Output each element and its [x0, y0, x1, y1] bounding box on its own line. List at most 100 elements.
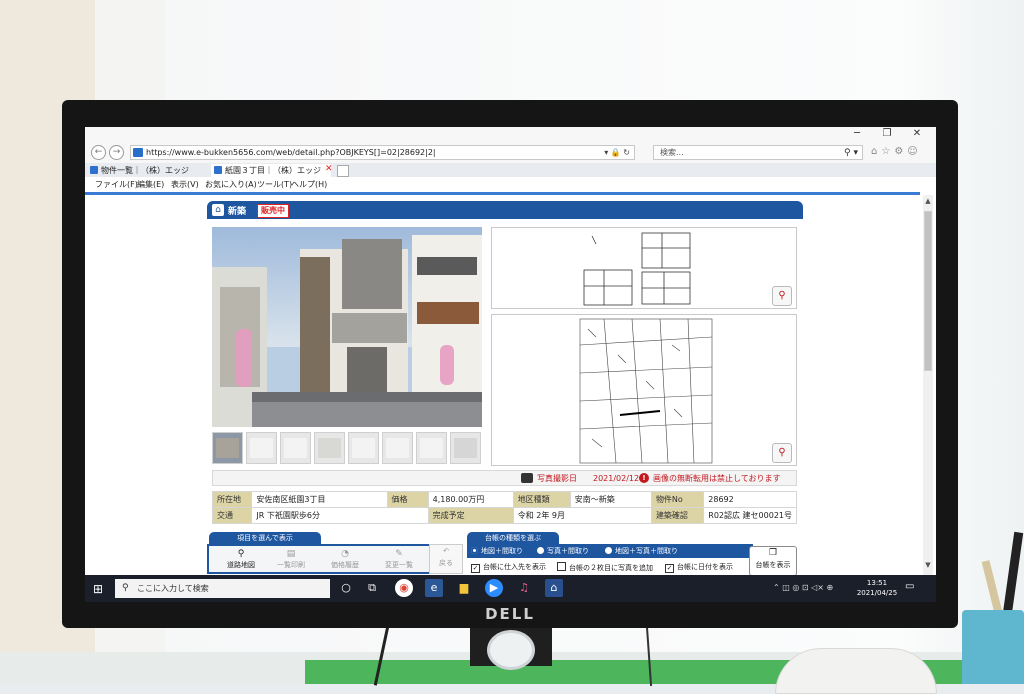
desk-object — [775, 648, 937, 694]
status-badge: 販売中 — [257, 204, 289, 218]
address-bar[interactable]: https://www.e-bukken5656.com/web/detail.… — [130, 145, 635, 160]
zoom-icon[interactable]: ⚲ — [772, 443, 792, 463]
checkbox-add-photo[interactable]: 台帳の２枚目に写真を追加 — [557, 562, 653, 573]
pinned-site-icon[interactable]: ⌂ — [545, 579, 563, 597]
table-row: 交通 JR 下祇園駅歩6分 完成予定 令和 2年 9月 建築確認 R02認広 建… — [211, 507, 797, 524]
checkbox: ✓ — [471, 564, 480, 573]
task-view-icon[interactable]: ⧉ — [363, 579, 381, 597]
back-icon[interactable]: ← — [91, 145, 106, 160]
photo-thumbnail[interactable] — [348, 432, 379, 464]
photo-house — [342, 239, 402, 309]
tab-property-list[interactable]: 物件一覧｜（株）エッジ — [87, 164, 207, 177]
toolbar-icons[interactable]: ⌂☆⚙☺ — [871, 146, 922, 157]
photo-blur-mask — [440, 345, 454, 385]
tab-close-icon[interactable]: ✕ — [325, 164, 333, 174]
radio-map-floorplan[interactable]: 地図＋間取り — [471, 546, 523, 556]
internet-explorer-icon[interactable]: e — [425, 579, 443, 597]
taskbar-search-input[interactable]: ⚲ ここに入力して検索 — [115, 579, 330, 598]
maximize-icon[interactable]: ❐ — [877, 128, 897, 139]
radio-photo-floorplan[interactable]: 写真＋間取り — [537, 546, 589, 556]
taskbar-search-placeholder: ここに入力して検索 — [137, 584, 209, 593]
info-key: 建築確認 — [650, 507, 705, 524]
zoom-icon[interactable]: ⚲ — [772, 286, 792, 306]
monitor-bezel: DELL ─ ❐ ✕ ← → https://www.e-bukken5656.… — [62, 100, 958, 628]
show-ledger-button[interactable]: ❐ 台帳を表示 — [749, 546, 797, 576]
photo-thumbnail[interactable] — [246, 432, 277, 464]
main-property-photo[interactable] — [212, 227, 482, 427]
checkbox-show-supplier[interactable]: ✓ 台帳に仕入先を表示 — [471, 562, 546, 573]
price-history-button[interactable]: ◔ 価格履歴 — [315, 548, 375, 572]
menu-tools[interactable]: ツール(T) — [257, 179, 292, 190]
photo-house — [300, 257, 330, 399]
photo-thumbnail[interactable] — [450, 432, 481, 464]
tab-row: 物件一覧｜（株）エッジ 紙園３丁目｜（株）エッジ ✕ — [85, 163, 936, 177]
site-icon — [90, 166, 98, 174]
url-text: https://www.e-bukken5656.com/web/detail.… — [146, 148, 436, 157]
file-explorer-icon[interactable]: ▆ — [455, 579, 473, 597]
warning-icon: ! — [639, 473, 649, 483]
lock-refresh-icon[interactable]: ▾ 🔒 ↻ — [604, 146, 630, 159]
menu-edit[interactable]: 編集(E) — [137, 179, 164, 190]
chrome-icon[interactable]: ◉ — [395, 579, 413, 597]
map-panel[interactable]: ⚲ — [491, 314, 797, 466]
menu-favorites[interactable]: お気に入り(A) — [205, 179, 257, 190]
back-small-icon: ↶ — [443, 547, 449, 555]
menu-view[interactable]: 表示(V) — [171, 179, 199, 190]
cortana-icon[interactable]: ○ — [337, 579, 355, 597]
new-tab-icon[interactable] — [337, 165, 349, 177]
copy-notice: 画像の無断転用は禁止しております — [653, 474, 781, 483]
thumbnail-strip — [212, 432, 482, 464]
change-list-button[interactable]: ✎ 変更一覧 — [369, 548, 429, 572]
zoom-app-icon[interactable]: ▶ — [485, 579, 503, 597]
scrollbar-thumb[interactable] — [924, 211, 932, 371]
menu-help[interactable]: ヘルプ(H) — [291, 179, 327, 190]
vertical-scrollbar[interactable]: ▲ ▼ — [923, 195, 933, 575]
photo-thumbnail[interactable] — [280, 432, 311, 464]
tab-property-detail[interactable]: 紙園３丁目｜（株）エッジ — [211, 164, 331, 177]
photo-thumbnail[interactable] — [416, 432, 447, 464]
info-value: 安南～新築 — [569, 491, 652, 508]
section-label-ledger: 台帳の種類を選ぶ — [467, 532, 559, 544]
radio-label: 地図＋間取り — [481, 547, 523, 555]
photo-driveway — [252, 402, 482, 427]
table-row: 所在地 安佐南区紙園3丁目 価格 4,180.00万円 地区種類 安南～新築 物… — [211, 491, 797, 508]
close-icon[interactable]: ✕ — [907, 128, 927, 139]
photo-date: 2021/02/12 — [593, 474, 640, 483]
info-value: 安佐南区紙園3丁目 — [251, 491, 388, 508]
back-button[interactable]: ↶ 戻る — [429, 544, 463, 574]
search-icon[interactable]: ⚲ ▾ — [844, 146, 858, 160]
radio-label: 地図＋写真＋間取り — [615, 547, 678, 555]
checkbox-show-date[interactable]: ✓ 台帳に日付を表示 — [665, 562, 733, 573]
monitor-stand-ring — [487, 630, 535, 670]
list-icon: ✎ — [395, 549, 403, 559]
info-value: 4,180.00万円 — [427, 491, 514, 508]
scroll-up-icon[interactable]: ▲ — [923, 197, 933, 205]
photo-thumbnail[interactable] — [212, 432, 243, 464]
menu-file[interactable]: ファイル(F) — [95, 179, 138, 190]
info-value: JR 下祇園駅歩6分 — [251, 507, 429, 524]
page-top-bar — [85, 192, 920, 195]
search-icon: ⚲ — [122, 583, 129, 593]
photo-thumbnail[interactable] — [314, 432, 345, 464]
list-print-button[interactable]: ▤ 一覧印刷 — [261, 548, 321, 572]
pen-cup — [962, 610, 1024, 684]
minimize-icon[interactable]: ─ — [847, 128, 867, 139]
button-label: 道路地図 — [227, 561, 255, 569]
scroll-down-icon[interactable]: ▼ — [923, 561, 933, 569]
notification-icon[interactable]: ▭ — [905, 581, 914, 592]
history-icon: ◔ — [341, 549, 349, 559]
photo-thumbnail[interactable] — [382, 432, 413, 464]
photo-date-label: 写真撮影日 — [537, 474, 577, 483]
checkbox-label: 台帳の２枚目に写真を追加 — [569, 564, 653, 572]
checkbox — [557, 562, 566, 571]
forward-icon[interactable]: → — [109, 145, 124, 160]
info-value: 28692 — [703, 491, 797, 508]
itunes-icon[interactable]: ♫ — [515, 579, 533, 597]
system-tray-icons[interactable]: ⌃ ◫ ◎ ⊡ ◁× ⊕ — [773, 583, 833, 592]
checkbox: ✓ — [665, 564, 674, 573]
browser-search-input[interactable]: 検索... ⚲ ▾ — [653, 145, 863, 160]
radio-map-photo-floorplan[interactable]: 地図＋写真＋間取り — [605, 546, 678, 556]
system-clock[interactable]: 13:51 2021/04/25 — [855, 578, 899, 598]
windows-start-icon[interactable]: ⊞ — [93, 582, 103, 596]
floor-plan-panel[interactable]: ⚲ — [491, 227, 797, 309]
